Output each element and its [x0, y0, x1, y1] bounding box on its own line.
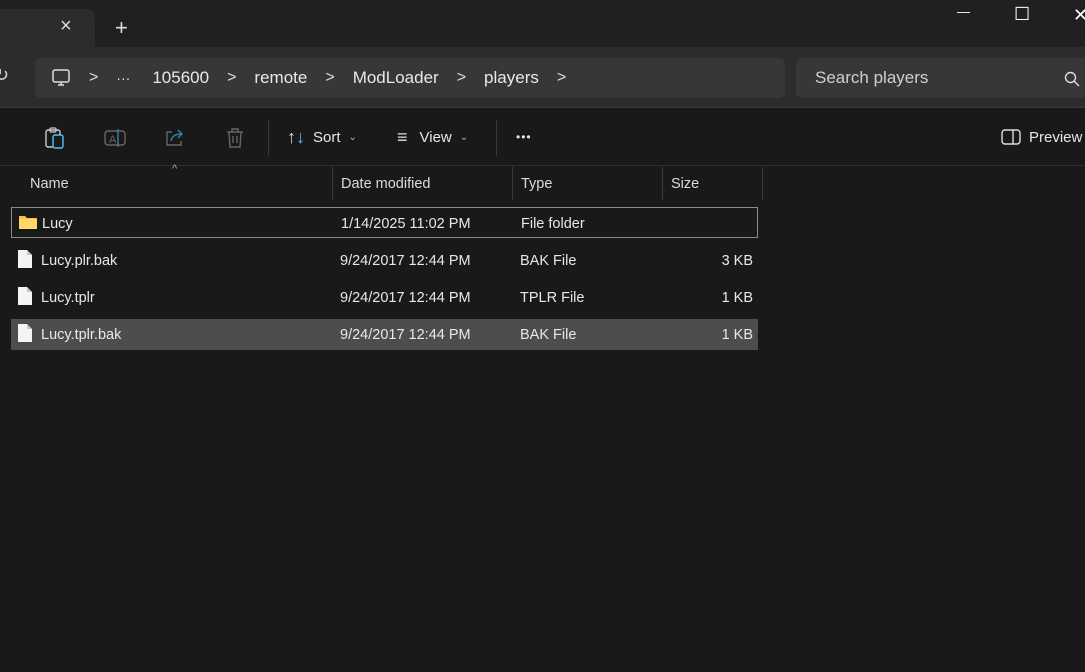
column-label: Name: [30, 175, 69, 192]
svg-text:A: A: [109, 134, 117, 146]
file-icon: [17, 286, 33, 310]
delete-icon[interactable]: [225, 127, 245, 149]
chevron-right-icon[interactable]: >: [557, 69, 566, 87]
file-size: 1 KB: [721, 290, 753, 306]
file-icon: [17, 249, 33, 273]
paste-icon[interactable]: [45, 127, 65, 149]
file-name: Lucy.tplr.bak: [41, 327, 122, 343]
refresh-icon[interactable]: ↻: [0, 65, 9, 86]
view-icon: ≡: [397, 126, 408, 147]
search-icon: [1064, 71, 1080, 87]
breadcrumb-remote[interactable]: remote: [254, 68, 307, 88]
rename-icon[interactable]: A: [104, 128, 126, 148]
folder-icon: [18, 214, 38, 234]
breadcrumb-modloader[interactable]: ModLoader: [353, 68, 439, 88]
divider: [496, 120, 497, 156]
file-name: Lucy: [42, 216, 73, 232]
share-icon[interactable]: [164, 128, 186, 148]
sort-icon: ↑↓: [287, 126, 305, 147]
file-type: BAK File: [520, 327, 577, 343]
divider: [268, 120, 269, 156]
column-label: Type: [521, 175, 553, 192]
maximize-button[interactable]: ☐: [1014, 4, 1030, 25]
chevron-right-icon[interactable]: >: [457, 69, 466, 87]
column-header-row: ^ Name Date modified Type Size: [0, 163, 765, 200]
chevron-down-icon: ⌄: [459, 131, 469, 143]
file-row[interactable]: Lucy.tplr.bak 9/24/2017 12:44 PM BAK Fil…: [11, 319, 758, 350]
file-type: File folder: [521, 216, 585, 232]
file-name: Lucy.tplr: [41, 290, 95, 306]
file-icon: [17, 323, 33, 347]
file-date: 1/14/2025 11:02 PM: [341, 216, 471, 232]
command-bar: A ↑↓ Sort ⌄ ≡ View ⌄ ••• Preview: [0, 108, 1085, 166]
column-header-size[interactable]: Size: [663, 167, 763, 200]
new-tab-button[interactable]: +: [115, 15, 128, 41]
chevron-down-icon: ⌄: [348, 131, 357, 143]
file-row[interactable]: Lucy.plr.bak 9/24/2017 12:44 PM BAK File…: [11, 245, 758, 276]
chevron-right-icon[interactable]: >: [89, 69, 98, 87]
column-label: Size: [671, 175, 700, 192]
chevron-right-icon[interactable]: >: [325, 69, 334, 87]
more-options-button[interactable]: •••: [516, 108, 532, 166]
breadcrumb-overflow[interactable]: ···: [116, 70, 130, 86]
column-header-name[interactable]: Name: [22, 167, 333, 200]
search-input[interactable]: Search players: [796, 58, 1085, 98]
file-date: 9/24/2017 12:44 PM: [340, 327, 471, 343]
minimize-button[interactable]: —: [957, 4, 970, 19]
close-window-button[interactable]: ✕: [1073, 5, 1085, 26]
file-date: 9/24/2017 12:44 PM: [340, 290, 471, 306]
file-size: 1 KB: [721, 327, 753, 343]
breadcrumb-players[interactable]: players: [484, 68, 539, 88]
file-row[interactable]: Lucy.tplr 9/24/2017 12:44 PM TPLR File 1…: [11, 282, 758, 313]
preview-pane-icon: [1001, 129, 1021, 145]
search-placeholder: Search players: [815, 68, 929, 87]
preview-label: Preview: [1029, 128, 1083, 146]
column-header-date[interactable]: Date modified: [333, 167, 513, 200]
title-bar: [0, 0, 1085, 48]
address-bar[interactable]: > ··· 105600 > remote > ModLoader > play…: [35, 58, 785, 98]
file-size: 3 KB: [721, 253, 753, 269]
file-date: 9/24/2017 12:44 PM: [340, 253, 471, 269]
tab-current[interactable]: ×: [0, 9, 95, 48]
view-label: View: [419, 128, 452, 146]
column-label: Date modified: [341, 175, 431, 192]
sort-label: Sort: [313, 128, 341, 146]
sort-button[interactable]: ↑↓ Sort ⌄: [287, 108, 357, 166]
file-type: BAK File: [520, 253, 577, 269]
view-button[interactable]: ≡ View ⌄: [397, 108, 468, 166]
preview-button[interactable]: Preview: [1001, 108, 1082, 166]
file-name: Lucy.plr.bak: [41, 253, 118, 269]
file-row[interactable]: Lucy 1/14/2025 11:02 PM File folder: [11, 207, 758, 238]
column-header-type[interactable]: Type: [513, 167, 663, 200]
chevron-right-icon[interactable]: >: [227, 69, 236, 87]
file-type: TPLR File: [520, 290, 585, 306]
this-pc-icon: [52, 69, 70, 86]
breadcrumb-105600[interactable]: 105600: [152, 68, 209, 88]
tab-close-button[interactable]: ×: [60, 15, 72, 38]
